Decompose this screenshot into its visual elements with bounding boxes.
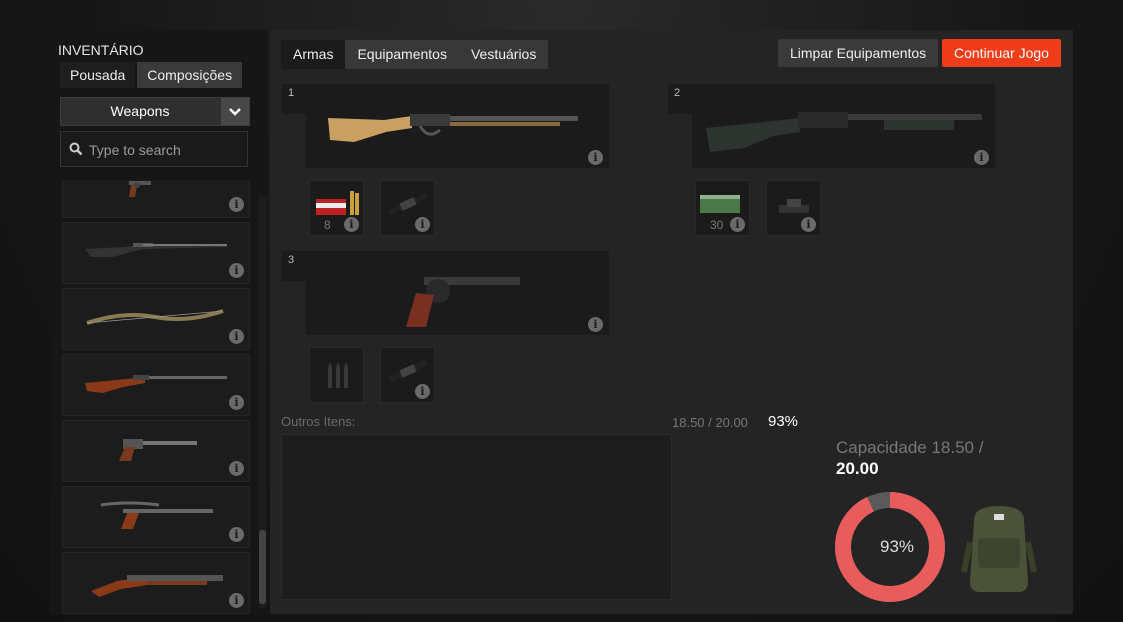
loadout-panel: Armas Equipamentos Vestuários Limpar Equ…	[270, 30, 1073, 614]
list-item[interactable]: i	[62, 222, 250, 284]
scrollbar-thumb[interactable]	[259, 530, 266, 604]
info-icon[interactable]: i	[229, 395, 244, 410]
info-icon[interactable]: i	[229, 461, 244, 476]
info-icon[interactable]: i	[229, 527, 244, 542]
weight-text: 18.50 / 20.00	[672, 415, 748, 430]
lever-action-rifle-icon	[328, 114, 578, 142]
attachment-slot[interactable]: i	[766, 180, 821, 236]
weapon-list: i i i i i i i	[62, 180, 250, 614]
inventory-sidebar: INVENTÁRIO Pousada Composições Weapons i…	[50, 30, 268, 614]
capacity-label: Capacidade 18.50 /	[836, 438, 984, 457]
list-item[interactable]: i	[62, 552, 250, 614]
category-select-value: Weapons	[110, 103, 170, 119]
clear-equipment-button[interactable]: Limpar Equipamentos	[778, 39, 939, 67]
other-items-area[interactable]	[281, 434, 672, 600]
ammo-box-icon	[316, 191, 359, 215]
search-box[interactable]	[60, 131, 249, 168]
info-icon[interactable]: i	[344, 217, 359, 232]
continue-game-button[interactable]: Continuar Jogo	[942, 39, 1061, 67]
category-select[interactable]: Weapons	[60, 97, 250, 126]
recurve-bow-icon	[86, 309, 224, 325]
shotgun-shells-icon	[700, 195, 740, 213]
tab-composicoes[interactable]: Composições	[137, 62, 243, 88]
info-icon[interactable]: i	[229, 197, 244, 212]
search-input[interactable]	[87, 132, 249, 168]
info-icon[interactable]: i	[229, 263, 244, 278]
info-icon[interactable]: i	[801, 217, 816, 232]
pump-shotgun-icon	[706, 112, 982, 152]
weapon-slot-3[interactable]: i	[306, 251, 609, 335]
slot-number: 1	[282, 84, 306, 114]
info-icon[interactable]: i	[588, 150, 603, 165]
attachment-count: 8	[324, 218, 331, 232]
list-item[interactable]: i	[62, 486, 250, 548]
sidebar-tabs: Pousada Composições	[60, 62, 243, 88]
attachment-slot[interactable]: 8 i	[309, 180, 364, 236]
attachment-slot[interactable]: i	[380, 347, 435, 403]
slot-number: 2	[668, 84, 692, 114]
tab-armas[interactable]: Armas	[281, 40, 346, 69]
category-tabs: Armas Equipamentos Vestuários	[281, 40, 549, 69]
revolver-icon	[406, 277, 520, 327]
info-icon[interactable]: i	[229, 329, 244, 344]
other-items-label: Outros Itens:	[281, 414, 356, 429]
list-item[interactable]: i	[62, 180, 250, 218]
search-icon	[69, 142, 83, 156]
slot-number: 3	[282, 251, 306, 281]
tab-equipamentos[interactable]: Equipamentos	[345, 40, 459, 69]
info-icon[interactable]: i	[974, 150, 989, 165]
rifle-scope-icon	[387, 192, 429, 216]
double-barrel-shotgun-icon	[91, 575, 223, 597]
red-dot-sight-icon	[779, 199, 809, 213]
info-icon[interactable]: i	[588, 317, 603, 332]
weapon-slot-2[interactable]: i	[692, 84, 995, 168]
empty-ammo-slot-icon	[328, 362, 348, 388]
chevron-down-icon[interactable]	[221, 98, 249, 125]
bolt-action-rifle-icon	[85, 243, 227, 257]
capacity-percent: 93%	[879, 537, 915, 556]
pistol-scope-icon	[387, 359, 429, 383]
backpack-icon	[961, 506, 1037, 592]
attachment-slot[interactable]	[309, 347, 364, 403]
info-icon[interactable]: i	[415, 217, 430, 232]
list-item[interactable]: i	[62, 354, 250, 416]
attachment-slot[interactable]: i	[380, 180, 435, 236]
single-shot-pistol-icon	[119, 439, 197, 461]
attachment-slot[interactable]: 30 i	[695, 180, 750, 236]
tab-pousada[interactable]: Pousada	[60, 62, 136, 88]
list-item[interactable]: i	[62, 288, 250, 350]
crossbow-pistol-icon	[100, 501, 213, 529]
hunting-rifle-icon	[85, 375, 227, 393]
revolver-icon	[129, 181, 151, 197]
weapon-slot-1[interactable]: i	[306, 84, 609, 168]
capacity-max: 20.00	[836, 459, 879, 478]
attachment-count: 30	[710, 218, 724, 232]
info-icon[interactable]: i	[730, 217, 745, 232]
info-icon[interactable]: i	[229, 593, 244, 608]
info-icon[interactable]: i	[415, 384, 430, 399]
weight-percent: 93%	[768, 413, 799, 430]
capacity-text: Capacidade 18.50 / 20.00	[836, 437, 983, 479]
inventory-title: INVENTÁRIO	[58, 42, 144, 58]
tab-vestuarios[interactable]: Vestuários	[459, 40, 548, 69]
list-item[interactable]: i	[62, 420, 250, 482]
list-scrollbar[interactable]	[259, 196, 266, 608]
